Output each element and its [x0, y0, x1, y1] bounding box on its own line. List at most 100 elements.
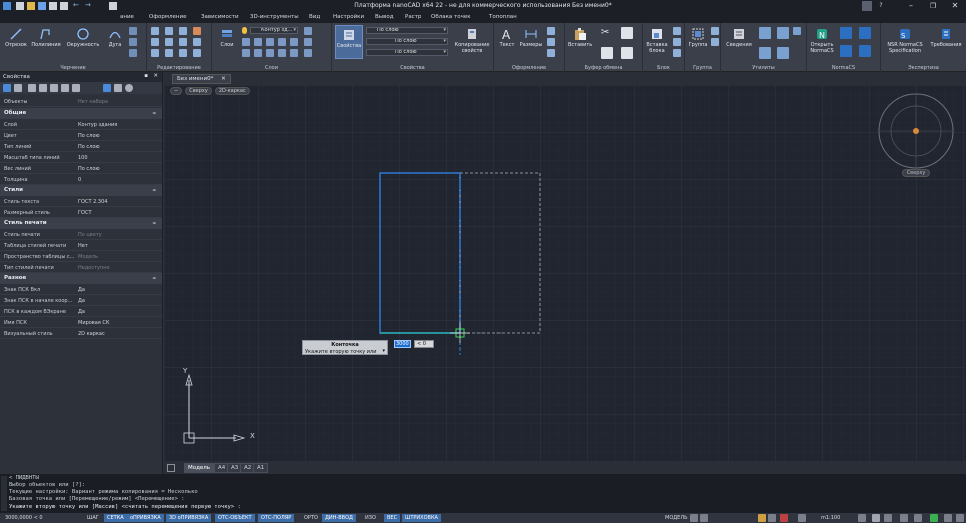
- offset-icon[interactable]: [193, 49, 201, 57]
- orbit-icon[interactable]: [884, 514, 892, 522]
- property-section-header[interactable]: Стиль печати –: [0, 218, 162, 229]
- status-toggle[interactable]: ДИН-ВВОД: [322, 514, 356, 522]
- property-row[interactable]: Знак ПСК Вкл Да: [0, 284, 162, 295]
- layer-isolate-icon[interactable]: [278, 38, 286, 46]
- match-properties-button[interactable]: Копирование свойств: [452, 27, 492, 54]
- customize-icon[interactable]: [956, 514, 964, 522]
- layer-lock-icon[interactable]: [254, 38, 262, 46]
- status-toggle[interactable]: СЕТКА: [104, 514, 127, 522]
- collapse-icon[interactable]: –: [153, 109, 157, 117]
- status-toggle[interactable]: 3D оПРИВЯЗКА: [166, 514, 212, 522]
- mirror-icon[interactable]: [165, 38, 173, 46]
- tab-annotate[interactable]: Оформление: [149, 14, 187, 20]
- viewcube-center-icon[interactable]: [913, 128, 919, 134]
- select-similar-icon[interactable]: [759, 47, 771, 59]
- lock-ui-icon[interactable]: [798, 514, 806, 522]
- property-row[interactable]: Стиль текста ГОСТ 2.304: [0, 196, 162, 207]
- text-button[interactable]: A Текст: [497, 27, 517, 48]
- property-section-header[interactable]: Разное –: [0, 273, 162, 284]
- open-normacs-button[interactable]: N Открыть NormaCS: [809, 27, 835, 54]
- status-toggle[interactable]: ШТРИХОВКА: [402, 514, 441, 522]
- property-row[interactable]: Таблица стилей печати Нет: [0, 240, 162, 251]
- circle-button[interactable]: Окружность: [66, 27, 100, 48]
- property-row[interactable]: Знак ПСК в начале коор... Да: [0, 295, 162, 306]
- paste-button[interactable]: Вставить: [568, 27, 592, 48]
- tab-settings[interactable]: Настройки: [333, 14, 364, 20]
- insert-block-button[interactable]: Вставка блока: [645, 27, 669, 54]
- block-attr-icon[interactable]: [673, 49, 681, 57]
- panel-close-icon[interactable]: ✕: [153, 73, 158, 79]
- layer-thaw-icon[interactable]: [304, 49, 312, 57]
- layout-grid-icon[interactable]: [690, 514, 698, 522]
- info-button[interactable]: Сведения: [725, 27, 753, 48]
- property-section-header[interactable]: Стили –: [0, 185, 162, 196]
- layer-merge-icon[interactable]: [266, 49, 274, 57]
- status-toggle[interactable]: ОТС-ПОЛЯР: [258, 514, 295, 522]
- layer-unlock-icon[interactable]: [290, 49, 298, 57]
- scale-icon[interactable]: [165, 49, 173, 57]
- viewcube-label[interactable]: Сверху: [902, 169, 930, 177]
- tab-constraints[interactable]: Зависимости: [201, 14, 239, 20]
- property-row[interactable]: Визуальный стиль 2D каркас: [0, 328, 162, 339]
- create-block-icon[interactable]: [673, 27, 681, 35]
- layer-combo[interactable]: Контур зд...: [250, 27, 298, 34]
- annotation-icon[interactable]: [758, 514, 766, 522]
- property-row[interactable]: Вес линий По слою: [0, 163, 162, 174]
- toggle-pickadd-icon[interactable]: [39, 84, 47, 92]
- group-by-icon[interactable]: [72, 84, 80, 92]
- ungroup-icon[interactable]: [711, 27, 719, 35]
- selection-row[interactable]: Объекты Нет набора: [0, 96, 162, 107]
- tab-topoplan[interactable]: Топоплан: [489, 14, 517, 20]
- layer-freeze-icon[interactable]: [242, 38, 250, 46]
- arc-button[interactable]: Дуга: [104, 27, 126, 48]
- panel-pin-icon[interactable]: ▪: [144, 73, 148, 79]
- maximize-button[interactable]: ❐: [922, 0, 944, 12]
- clean-screen-icon[interactable]: [944, 514, 952, 522]
- move-icon[interactable]: [151, 27, 159, 35]
- tab-output[interactable]: Вывод: [375, 14, 394, 20]
- collapse-icon[interactable]: –: [153, 219, 157, 227]
- property-row[interactable]: Толщина 0: [0, 174, 162, 185]
- hatch-icon[interactable]: [129, 38, 137, 46]
- fillet-icon[interactable]: [179, 38, 187, 46]
- copy-base-icon[interactable]: [601, 47, 613, 59]
- tab-draw-tail[interactable]: ание: [120, 14, 134, 20]
- normacs-list-icon[interactable]: [859, 45, 871, 57]
- help-icon[interactable]: ?: [874, 0, 888, 12]
- dynamic-input-angle[interactable]: < 0: [414, 340, 434, 348]
- cut-icon[interactable]: ✂: [601, 27, 613, 39]
- command-line-grip[interactable]: [1, 476, 7, 511]
- leader-icon[interactable]: [547, 27, 555, 35]
- command-line[interactable]: < ПИДВНТЫ Выбор объектов или [?]: Текущи…: [0, 474, 966, 513]
- paste-block-icon[interactable]: [621, 47, 633, 59]
- copy-icon[interactable]: [151, 38, 159, 46]
- tab-point-clouds[interactable]: Облака точек: [431, 14, 471, 20]
- layer-walk-icon[interactable]: [254, 49, 262, 57]
- normacs-check-icon[interactable]: [840, 45, 852, 57]
- select-objects-icon[interactable]: [3, 84, 11, 92]
- rectangle-icon[interactable]: [129, 27, 137, 35]
- status-toggle[interactable]: ШАГ: [84, 514, 102, 522]
- layer-current-icon[interactable]: [304, 38, 312, 46]
- layer-prev-icon[interactable]: [242, 49, 250, 57]
- erase-icon[interactable]: [193, 27, 201, 35]
- ellipse-icon[interactable]: [129, 49, 137, 57]
- quick-select-panel-icon[interactable]: [28, 84, 36, 92]
- layer-state-icon[interactable]: [304, 27, 312, 35]
- zoom-icon[interactable]: [872, 514, 880, 522]
- collapse-icon[interactable]: –: [153, 274, 157, 282]
- properties-button[interactable]: Свойства: [335, 25, 363, 59]
- status-toggle[interactable]: ОРТО: [301, 514, 321, 522]
- status-toggle[interactable]: ОТС-ОБЪЕКТ: [215, 514, 255, 522]
- drawing-canvas[interactable]: − Сверху 2D-каркас Сверху Y X Конточка У…: [164, 85, 966, 462]
- layout-menu-icon[interactable]: [167, 464, 175, 472]
- property-row[interactable]: Тип стилей печати Недоступно: [0, 262, 162, 273]
- property-row[interactable]: Слой Контур здания: [0, 119, 162, 130]
- property-row[interactable]: Имя ПСК Мировая СК: [0, 317, 162, 328]
- trim-icon[interactable]: [179, 27, 187, 35]
- notification-icon[interactable]: [780, 514, 788, 522]
- tab-model[interactable]: Модель: [184, 463, 215, 473]
- sort-icon[interactable]: [50, 84, 58, 92]
- collapse-icon[interactable]: –: [153, 186, 157, 194]
- tab-layout-a1[interactable]: A1: [253, 463, 269, 473]
